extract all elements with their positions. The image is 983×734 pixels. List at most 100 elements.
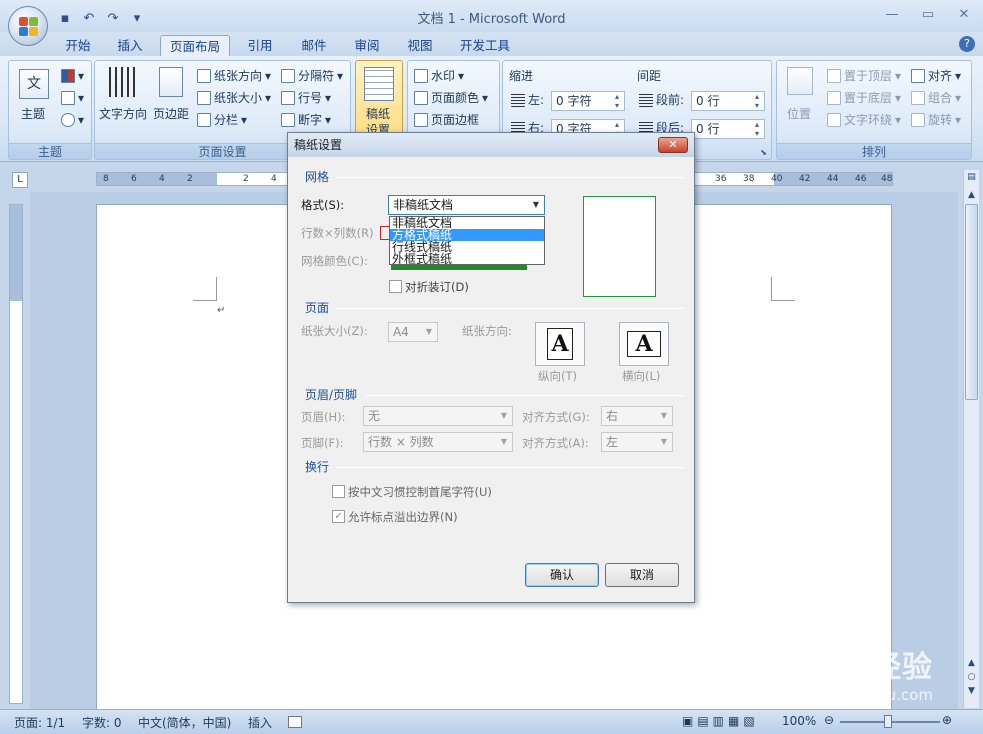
manuscript-label-1[interactable]: 稿纸	[366, 105, 390, 122]
close-window-icon[interactable]: ✕	[953, 4, 975, 24]
ruler-tick: 4	[159, 174, 165, 184]
office-button[interactable]	[8, 6, 48, 46]
tab-review[interactable]: 审阅	[347, 35, 387, 56]
ruler-tick: 2	[187, 174, 193, 184]
page-borders-label: 页面边框	[431, 113, 480, 127]
help-icon[interactable]: ?	[959, 36, 975, 52]
fold-binding-checkbox[interactable]	[389, 280, 402, 293]
size-button[interactable]: 纸张大小 ▾	[197, 89, 271, 106]
tab-selector-icon[interactable]: L	[12, 172, 28, 188]
scroll-up-icon[interactable]: ▲	[964, 190, 979, 204]
scroll-down-icon[interactable]: ▼	[964, 686, 979, 700]
breaks-icon	[281, 68, 295, 83]
columns-button[interactable]: 分栏 ▾	[197, 111, 247, 128]
minimize-icon[interactable]: —	[881, 4, 903, 24]
punct-overflow-checkbox[interactable]: ✓	[332, 510, 345, 523]
scroll-thumb[interactable]	[965, 204, 978, 400]
hyphenation-button[interactable]: 断字 ▾	[281, 111, 331, 128]
group-label: 组合	[928, 91, 953, 105]
columns-icon	[197, 112, 211, 127]
maximize-icon[interactable]: ▭	[917, 4, 939, 24]
macro-record-icon[interactable]	[288, 716, 302, 728]
text-wrap-label: 文字环绕	[844, 113, 893, 127]
rotate-button[interactable]: 旋转 ▾	[911, 111, 961, 128]
dropdown-option[interactable]: 外框式稿纸	[390, 253, 544, 265]
manuscript-settings-dialog: 稿纸设置 ✕ 网格 格式(S): 非稿纸文档 ▼ 非稿纸文档 方格式稿纸 行线式…	[287, 132, 695, 603]
paper-size-select[interactable]: A4 ▼	[388, 322, 438, 342]
status-language[interactable]: 中文(简体，中国)	[138, 714, 231, 731]
rotate-icon	[911, 112, 925, 127]
group-objects-button[interactable]: 组合 ▾	[911, 89, 961, 106]
style-dropdown-list: 非稿纸文档 方格式稿纸 行线式稿纸 外框式稿纸	[389, 216, 545, 265]
dialog-close-button[interactable]: ✕	[658, 137, 688, 153]
spacing-after-input[interactable]: 0 行	[691, 119, 765, 139]
cancel-button[interactable]: 取消	[605, 563, 679, 587]
vertical-scrollbar[interactable]: ▤ ▲ ▲ ○ ▼	[963, 170, 979, 708]
page-color-label: 页面颜色	[431, 91, 480, 105]
grid-color-label: 网格颜色(C):	[301, 254, 368, 268]
cjk-control-checkbox[interactable]	[332, 485, 345, 498]
text-direction-button[interactable]: 文字方向	[99, 105, 147, 122]
line-numbers-button[interactable]: 行号 ▾	[281, 89, 331, 106]
group-icon	[911, 90, 925, 105]
window-title: 文档 1 - Microsoft Word	[417, 12, 566, 27]
watermark-button[interactable]: 水印 ▾	[414, 67, 464, 84]
zoom-level[interactable]: 100%	[782, 714, 816, 728]
ruler-tick: 2	[243, 174, 249, 184]
status-words[interactable]: 字数: 0	[82, 714, 122, 731]
orientation-button[interactable]: 纸张方向 ▾	[197, 67, 271, 84]
align-button[interactable]: 对齐 ▾	[911, 67, 961, 84]
header-value: 无	[368, 409, 381, 423]
theme-effects-button[interactable]: ▾	[61, 113, 84, 127]
ruler-tick: 6	[131, 174, 137, 184]
chevron-down-icon: ▼	[425, 327, 433, 336]
paper-size-label: 纸张大小(Z):	[301, 324, 368, 338]
tab-insert[interactable]: 插入	[110, 35, 150, 56]
view-buttons[interactable]: ▣▤▥▦▧	[682, 714, 759, 728]
bring-front-label: 置于顶层	[844, 69, 893, 83]
landscape-button[interactable]: A	[619, 322, 669, 366]
header-align-label: 对齐方式(G):	[522, 410, 590, 424]
ok-button[interactable]: 确认	[525, 563, 599, 587]
portrait-button[interactable]: A	[535, 322, 585, 366]
margins-button[interactable]: 页边距	[153, 105, 189, 122]
scroll-up-icon[interactable]: ▲	[964, 658, 979, 672]
tab-page-layout[interactable]: 页面布局	[160, 35, 230, 56]
zoom-in-icon[interactable]: ⊕	[942, 713, 952, 727]
theme-fonts-button[interactable]: ▾	[61, 91, 84, 105]
spacing-before-input[interactable]: 0 行	[691, 91, 765, 111]
browse-object-icon[interactable]: ○	[964, 672, 979, 686]
page-color-button[interactable]: 页面颜色 ▾	[414, 89, 488, 106]
send-to-back-button[interactable]: 置于底层 ▾	[827, 89, 901, 106]
header-align-select[interactable]: 右 ▼	[601, 406, 673, 426]
style-select[interactable]: 非稿纸文档 ▼	[388, 195, 545, 215]
footer-align-select[interactable]: 左 ▼	[601, 432, 673, 452]
dialog-title: 稿纸设置	[288, 133, 694, 157]
page-borders-button[interactable]: 页面边框	[414, 111, 479, 128]
tab-mailings[interactable]: 邮件	[294, 35, 334, 56]
divider	[336, 308, 684, 309]
tab-developer[interactable]: 开发工具	[455, 35, 515, 56]
tab-references[interactable]: 引用	[240, 35, 280, 56]
tab-home[interactable]: 开始	[58, 35, 98, 56]
theme-colors-button[interactable]: ▾	[61, 69, 84, 83]
page-borders-icon	[414, 112, 428, 127]
header-align-value: 右	[606, 409, 619, 423]
tab-view[interactable]: 视图	[400, 35, 440, 56]
text-wrap-button[interactable]: 文字环绕 ▾	[827, 111, 901, 128]
status-insert-mode[interactable]: 插入	[248, 714, 272, 731]
ruler-toggle-icon[interactable]: ▤	[964, 172, 979, 186]
footer-select[interactable]: 行数 × 列数 ▼	[363, 432, 513, 452]
bring-to-front-button[interactable]: 置于顶层 ▾	[827, 67, 901, 84]
theme-button[interactable]: 主题	[21, 105, 45, 122]
breaks-button[interactable]: 分隔符 ▾	[281, 67, 343, 84]
theme-icon: 文	[19, 69, 49, 99]
zoom-out-icon[interactable]: ⊖	[824, 713, 834, 727]
status-page[interactable]: 页面: 1/1	[14, 714, 65, 731]
dialog-launcher-icon[interactable]: ⬊	[760, 148, 767, 157]
header-select[interactable]: 无 ▼	[363, 406, 513, 426]
zoom-slider-knob[interactable]	[884, 715, 892, 728]
indent-left-input[interactable]: 0 字符	[551, 91, 625, 111]
vertical-ruler[interactable]	[9, 204, 23, 704]
position-button[interactable]: 位置	[787, 105, 811, 122]
